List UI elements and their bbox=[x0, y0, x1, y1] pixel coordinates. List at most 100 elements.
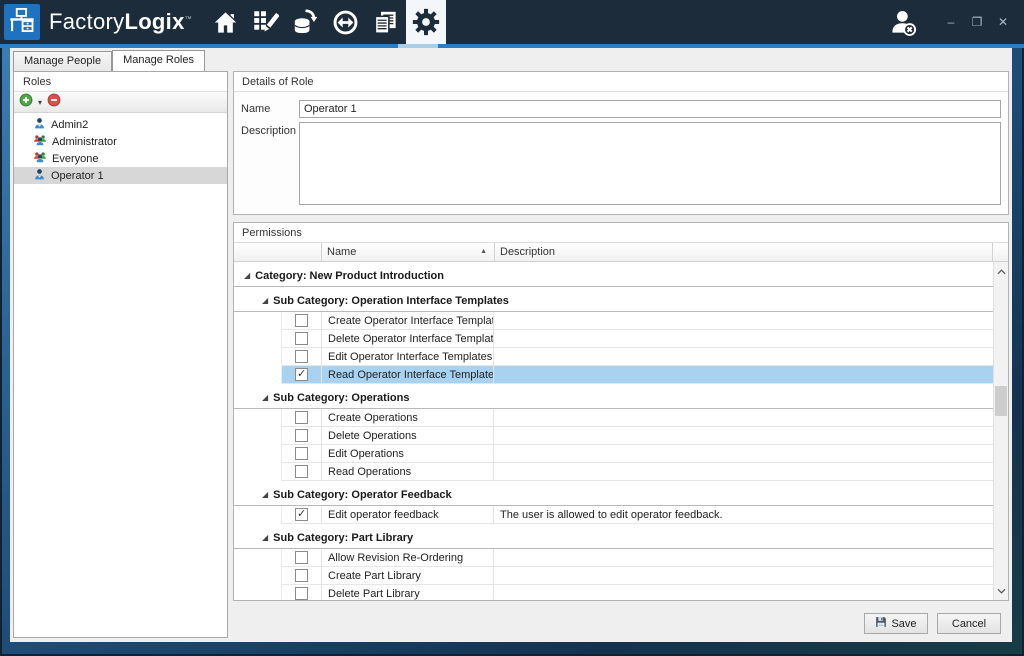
role-list-item[interactable]: Administrator bbox=[14, 133, 227, 150]
permission-description-cell bbox=[494, 348, 993, 366]
name-column-header[interactable]: Name ▲ bbox=[322, 243, 495, 261]
save-floppy-icon bbox=[875, 616, 887, 631]
factorylogix-logo bbox=[4, 4, 40, 40]
checkbox-cell bbox=[282, 427, 322, 445]
navigate-icon[interactable] bbox=[326, 0, 366, 44]
permission-row[interactable]: Edit Operator Interface Templates bbox=[234, 348, 993, 366]
permission-row[interactable]: Edit operator feedbackThe user is allowe… bbox=[234, 506, 993, 524]
row-indent bbox=[234, 427, 282, 445]
name-label: Name bbox=[241, 100, 299, 118]
permission-description-cell bbox=[494, 445, 993, 463]
permission-name: Edit Operator Interface Templates bbox=[328, 351, 492, 363]
roles-toolbar: ▾ bbox=[14, 92, 227, 113]
scroll-up-icon[interactable] bbox=[994, 264, 1008, 279]
permission-row[interactable]: Delete Part Library bbox=[234, 585, 993, 600]
user-logout-icon[interactable] bbox=[884, 0, 922, 44]
row-indent bbox=[234, 463, 282, 481]
tab-manage-people[interactable]: Manage People bbox=[13, 51, 112, 71]
permission-row[interactable]: Read Operations bbox=[234, 463, 993, 481]
checkbox-cell bbox=[282, 463, 322, 481]
checkbox-cell bbox=[282, 409, 322, 427]
home-icon[interactable] bbox=[206, 0, 246, 44]
permission-name-cell: Read Operations bbox=[322, 463, 494, 481]
subcategory-row[interactable]: ◢ Sub Category: Operations bbox=[234, 387, 993, 409]
subcategory-row[interactable]: ◢ Sub Category: Operation Interface Templ… bbox=[234, 290, 993, 312]
role-list-item[interactable]: Everyone bbox=[14, 150, 227, 167]
checkbox-cell bbox=[282, 312, 322, 330]
group-icon bbox=[33, 151, 47, 167]
permission-checkbox[interactable] bbox=[295, 508, 308, 521]
role-list-item[interactable]: Admin2 bbox=[14, 116, 227, 133]
permission-checkbox[interactable] bbox=[295, 429, 308, 442]
permission-checkbox[interactable] bbox=[295, 569, 308, 582]
permission-description-cell bbox=[494, 463, 993, 481]
minimize-button[interactable]: – bbox=[940, 11, 962, 33]
grid-edit-icon[interactable] bbox=[246, 0, 286, 44]
tab-manage-roles[interactable]: Manage Roles bbox=[112, 50, 205, 71]
workstation-icon bbox=[8, 6, 36, 39]
permission-checkbox[interactable] bbox=[295, 314, 308, 327]
add-role-icon[interactable] bbox=[19, 93, 33, 112]
permission-description-cell bbox=[494, 427, 993, 445]
header-spacer bbox=[993, 243, 1008, 261]
expander-icon[interactable]: ◢ bbox=[262, 296, 268, 305]
scrollbar-thumb[interactable] bbox=[995, 386, 1007, 416]
permission-row[interactable]: Delete Operator Interface Templat... bbox=[234, 330, 993, 348]
user-icon bbox=[33, 168, 46, 184]
group-label: Sub Category: Operations bbox=[273, 392, 409, 404]
documents-icon[interactable] bbox=[366, 0, 406, 44]
row-indent bbox=[234, 506, 282, 524]
permission-row[interactable]: Allow Revision Re-Ordering bbox=[234, 549, 993, 567]
row-indent bbox=[234, 445, 282, 463]
vertical-scrollbar[interactable] bbox=[993, 262, 1008, 600]
app-window: FactoryLogix™ bbox=[0, 0, 1024, 656]
save-button[interactable]: Save bbox=[864, 613, 928, 634]
chevron-down-icon[interactable]: ▾ bbox=[38, 98, 42, 107]
permission-row[interactable]: Create Operator Interface Templat... bbox=[234, 312, 993, 330]
group-icon bbox=[33, 134, 47, 150]
permission-checkbox[interactable] bbox=[295, 447, 308, 460]
permission-checkbox[interactable] bbox=[295, 411, 308, 424]
materials-icon[interactable] bbox=[286, 0, 326, 44]
group-label: Sub Category: Operation Interface Templa… bbox=[273, 295, 509, 307]
group-label: Category: New Product Introduction bbox=[255, 270, 444, 282]
permission-checkbox[interactable] bbox=[295, 551, 308, 564]
tab-strip: Manage People Manage Roles bbox=[13, 50, 205, 71]
permissions-title: Permissions bbox=[234, 223, 1008, 243]
row-indent bbox=[234, 348, 282, 366]
close-button[interactable]: ✕ bbox=[992, 11, 1014, 33]
settings-gear-icon[interactable] bbox=[406, 0, 446, 44]
permission-row[interactable]: Create Operations bbox=[234, 409, 993, 427]
permission-row[interactable]: Edit Operations bbox=[234, 445, 993, 463]
remove-role-icon[interactable] bbox=[47, 93, 61, 112]
permission-checkbox[interactable] bbox=[295, 332, 308, 345]
permission-name: Create Part Library bbox=[328, 570, 421, 582]
permission-name: Delete Operator Interface Templat... bbox=[328, 333, 494, 345]
checkbox-column-header[interactable] bbox=[234, 243, 322, 261]
row-indent bbox=[234, 409, 282, 427]
role-list-item[interactable]: Operator 1 bbox=[14, 167, 227, 184]
role-name-input[interactable] bbox=[299, 100, 1001, 118]
role-description-input[interactable] bbox=[299, 122, 1001, 205]
permission-checkbox[interactable] bbox=[295, 465, 308, 478]
scroll-down-icon[interactable] bbox=[994, 583, 1008, 598]
maximize-button[interactable]: ❐ bbox=[966, 11, 988, 33]
category-row[interactable]: ◢ Category: New Product Introduction bbox=[234, 265, 993, 287]
permission-name: Delete Operations bbox=[328, 430, 417, 442]
permission-name-cell: Edit Operations bbox=[322, 445, 494, 463]
cancel-button[interactable]: Cancel bbox=[937, 613, 1001, 634]
permission-row[interactable]: Create Part Library bbox=[234, 567, 993, 585]
expander-icon[interactable]: ◢ bbox=[244, 271, 250, 280]
expander-icon[interactable]: ◢ bbox=[262, 393, 268, 402]
permission-checkbox[interactable] bbox=[295, 587, 308, 600]
expander-icon[interactable]: ◢ bbox=[262, 533, 268, 542]
description-column-header[interactable]: Description bbox=[495, 243, 993, 261]
subcategory-row[interactable]: ◢Sub Category: Operator Feedback bbox=[234, 484, 993, 506]
permission-description: The user is allowed to edit operator fee… bbox=[500, 509, 723, 521]
permission-row[interactable]: Delete Operations bbox=[234, 427, 993, 445]
subcategory-row[interactable]: ◢Sub Category: Part Library bbox=[234, 527, 993, 549]
permission-row[interactable]: Read Operator Interface Templates bbox=[234, 366, 993, 384]
permission-checkbox[interactable] bbox=[295, 350, 308, 363]
expander-icon[interactable]: ◢ bbox=[262, 490, 268, 499]
permission-checkbox[interactable] bbox=[295, 368, 308, 381]
